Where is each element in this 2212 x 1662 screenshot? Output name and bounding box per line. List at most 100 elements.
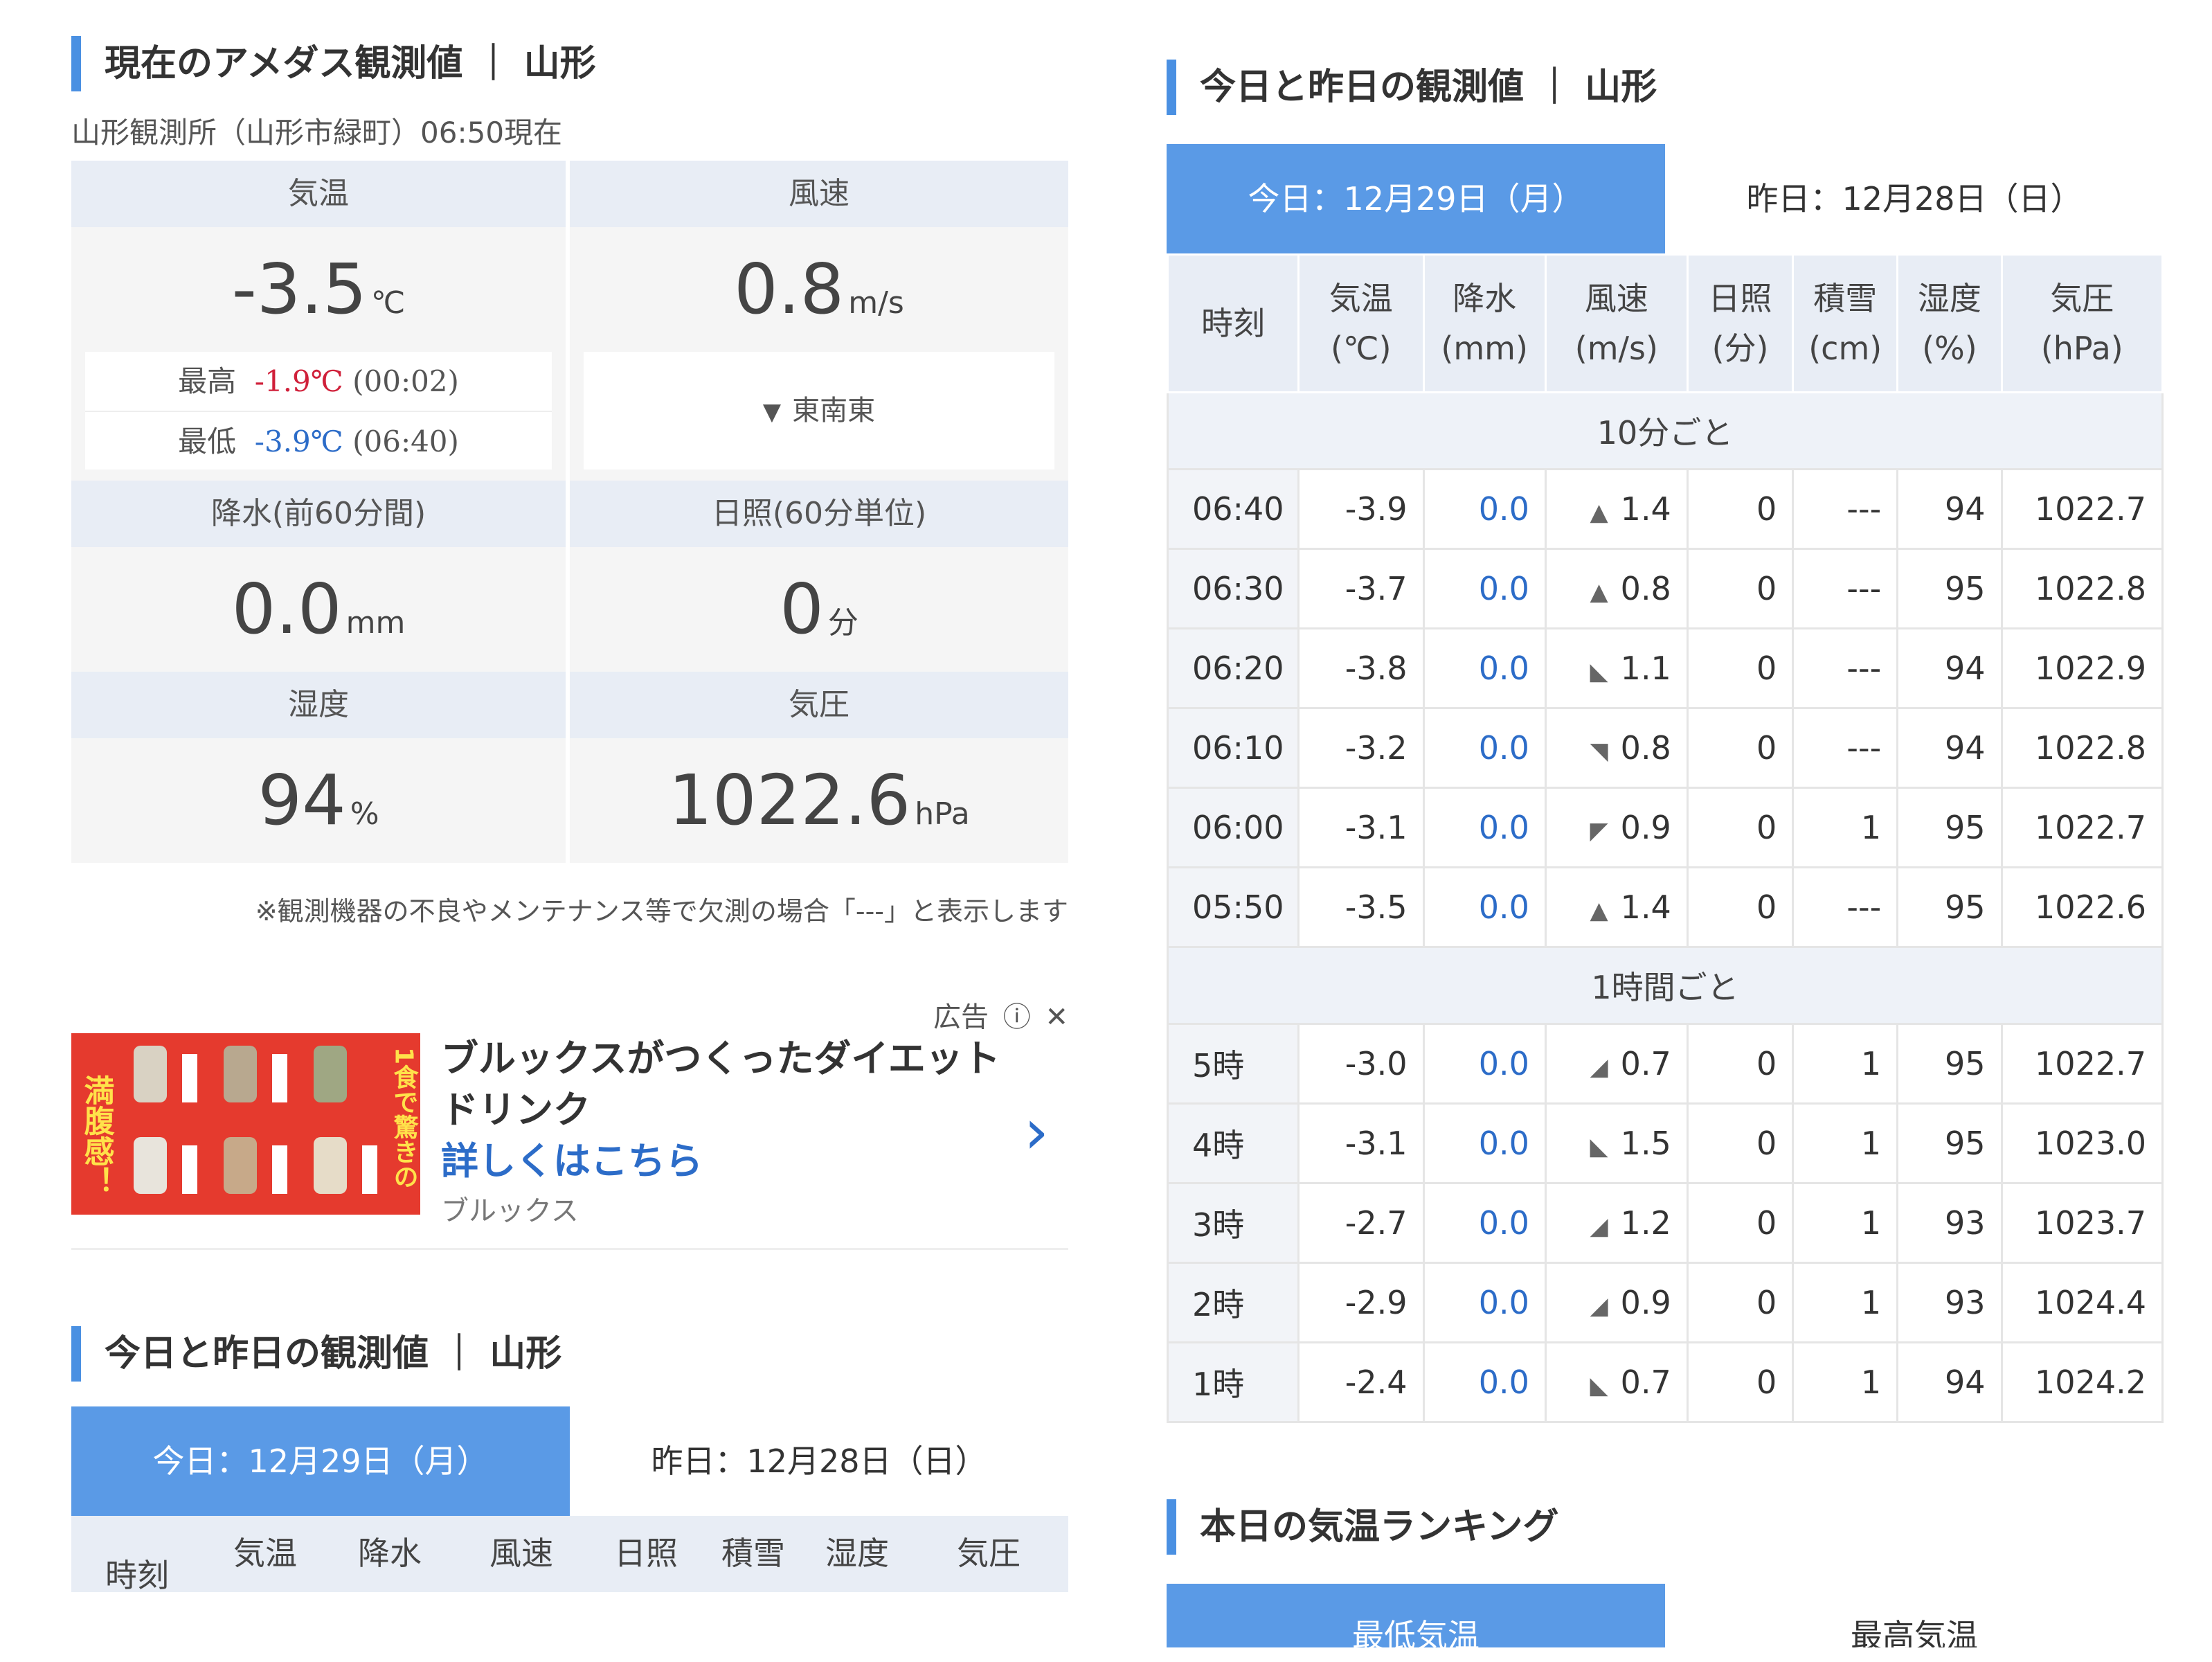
ad-label: 広告 <box>933 1001 989 1033</box>
table-row: 06:00 -3.1 0.0 ◤ 0.9 0 1 95 1022.7 <box>1166 787 2164 868</box>
left-column: 現在のアメダス観測値 ｜ 山形 山形観測所（山形市緑町）06:50現在 気温 -… <box>71 0 1068 1592</box>
table-header-left: 時刻 気温 降水 風速 日照 積雪 湿度 気圧 <box>71 1516 1068 1592</box>
cell-sun: 0 <box>1686 1341 1795 1423</box>
cell-pressure: 1022.9 <box>2000 627 2164 709</box>
wind-speed-value: 0.7 <box>1620 1045 1671 1082</box>
precip-label: 降水(前60分間) <box>71 481 566 547</box>
cell-snow: --- <box>1792 548 1899 629</box>
cell-wind: ◢ 1.2 <box>1544 1182 1689 1264</box>
precip-number: 0.0 <box>231 569 342 650</box>
tab-yesterday[interactable]: 昨日：12月28日（日） <box>1665 144 2164 253</box>
group-10min-label: 10分ごと <box>1167 391 2164 470</box>
ad-image[interactable]: 満腹感！ 1食で驚きの <box>71 1033 420 1215</box>
cell-snow: 1 <box>1792 1341 1899 1423</box>
cell-temp: -2.7 <box>1297 1182 1425 1264</box>
wind-speed-value: 1.2 <box>1620 1204 1671 1242</box>
chevron-right-icon[interactable]: › <box>1024 1096 1049 1168</box>
tab-max-temp[interactable]: 最高気温 <box>1665 1584 2164 1647</box>
table-row: 5時 -3.0 0.0 ◢ 0.7 0 1 95 1022.7 <box>1166 1023 2164 1105</box>
table-row: 4時 -3.1 0.0 ◣ 1.5 0 1 95 1023.0 <box>1166 1102 2164 1184</box>
humidity-number: 94 <box>258 760 346 841</box>
ad-brand: ブルックス <box>441 1195 579 1227</box>
cell-wind: ◣ 0.7 <box>1544 1341 1689 1423</box>
ad-link[interactable]: 詳しくはこちら <box>441 1136 1009 1187</box>
cell-time: 05:50 <box>1166 866 1300 948</box>
current-obs-title: 現在のアメダス観測値 ｜ 山形 <box>71 36 1068 91</box>
cell-precip: 0.0 <box>1422 1182 1547 1264</box>
wind-direction-arrow-icon: ▲ <box>1590 578 1608 606</box>
max-time: (00:02) <box>352 364 459 398</box>
cell-temp: -2.9 <box>1297 1262 1425 1343</box>
cell-wind: ▲ 1.4 <box>1544 866 1689 948</box>
cell-precip: 0.0 <box>1422 787 1547 868</box>
cell-time: 06:30 <box>1166 548 1300 629</box>
wind-direction-arrow-icon: ▲ <box>1590 499 1608 526</box>
cell-sun: 0 <box>1686 627 1795 709</box>
current-obs-grid: 気温 -3.5 ℃ 最高 -1.9℃ (00:02) 最低 -3.9℃ (06:4… <box>71 161 1068 863</box>
header-0: 時刻 <box>1166 253 1300 393</box>
temp-value: -3.5 ℃ <box>71 227 566 352</box>
cell-temp: -3.2 <box>1297 707 1425 789</box>
table-row: 2時 -2.9 0.0 ◢ 0.9 0 1 93 1024.4 <box>1166 1262 2164 1343</box>
tab-today[interactable]: 今日：12月29日（月） <box>1167 144 1665 253</box>
cell-snow: 1 <box>1792 1182 1899 1264</box>
group-1h-label: 1時間ごと <box>1167 946 2164 1025</box>
header-unit: (%) <box>1922 330 1977 367</box>
wind-card: 風速 0.8 m/s ▼ 東南東 <box>570 161 1068 481</box>
cell-temp: -3.1 <box>1297 787 1425 868</box>
ad-text[interactable]: ブルックスがつくったダイエットドリンク 詳しくはこちら ブルックス <box>420 1033 1009 1227</box>
cell-temp: -3.1 <box>1297 1102 1425 1184</box>
table-header-row: 時刻 気温 (℃) 降水 (mm) 風速 (m/s) 日照 (分) 積雪 (cm) 湿度 (%) 気圧 (h… <box>1166 253 2164 393</box>
ad-close-icon[interactable]: ✕ <box>1045 1001 1068 1033</box>
obs-table: 時刻 気温 (℃) 降水 (mm) 風速 (m/s) 日照 (分) 積雪 (cm) 湿度 (%) 気圧 (h… <box>1166 253 2164 1423</box>
cell-time: 2時 <box>1166 1262 1300 1343</box>
temp-minmax: 最高 -1.9℃ (00:02) 最低 -3.9℃ (06:40) <box>85 352 552 470</box>
ad-banner[interactable]: 満腹感！ 1食で驚きの ブルックスがつくったダイエットドリンク 詳しくはこちら … <box>71 1033 1068 1227</box>
cell-humidity: 93 <box>1896 1262 2003 1343</box>
cell-sun: 0 <box>1686 1262 1795 1343</box>
cell-wind: ▲ 1.4 <box>1544 468 1689 550</box>
cell-temp: -3.7 <box>1297 548 1425 629</box>
cell-precip: 0.0 <box>1422 468 1547 550</box>
cell-time: 4時 <box>1166 1102 1300 1184</box>
header-unit: (cm) <box>1808 330 1882 367</box>
ranking-title: 本日の気温ランキング <box>1167 1499 2164 1555</box>
tab-yesterday-left[interactable]: 昨日：12月28日（日） <box>570 1406 1068 1516</box>
header-name: 湿度 <box>1917 280 1981 317</box>
cell-humidity: 95 <box>1896 1102 2003 1184</box>
humidity-label: 湿度 <box>71 672 566 738</box>
ad-image-text-left: 満腹感！ <box>79 1075 115 1197</box>
pressure-card: 気圧 1022.6 hPa <box>570 672 1068 863</box>
wind-label: 風速 <box>570 161 1068 227</box>
header-precip-left: 降水 <box>358 1535 422 1572</box>
cell-humidity: 95 <box>1896 866 2003 948</box>
table-row: 06:10 -3.2 0.0 ◥ 0.8 0 --- 94 1022.8 <box>1166 707 2164 789</box>
cell-time: 06:40 <box>1166 468 1300 550</box>
tab-today-left[interactable]: 今日：12月29日（月） <box>71 1406 570 1516</box>
cell-precip: 0.0 <box>1422 627 1547 709</box>
header-humidity-left: 湿度 <box>825 1535 889 1572</box>
cell-snow: 1 <box>1792 787 1899 868</box>
tab-min-temp[interactable]: 最低気温 <box>1167 1584 1665 1647</box>
wind-speed-value: 0.8 <box>1620 570 1671 607</box>
cell-pressure: 1022.7 <box>2000 787 2164 868</box>
day-tabs-left: 今日：12月29日（月） 昨日：12月28日（日） <box>71 1406 1068 1516</box>
ad-title[interactable]: ブルックスがつくったダイエットドリンク <box>441 1033 1009 1136</box>
ad-image-text-right: 1食で驚きの <box>390 1047 419 1189</box>
cell-humidity: 95 <box>1896 787 2003 868</box>
cell-time: 5時 <box>1166 1023 1300 1105</box>
pressure-number: 1022.6 <box>668 760 911 841</box>
cell-sun: 0 <box>1686 866 1795 948</box>
header-2: 降水 (mm) <box>1422 253 1547 393</box>
header-sun-left: 日照 <box>614 1535 678 1572</box>
group-1h: 1時間ごと <box>1167 946 2164 1025</box>
cell-sun: 0 <box>1686 1023 1795 1105</box>
group-10min: 10分ごと <box>1167 391 2164 470</box>
cell-humidity: 94 <box>1896 1341 2003 1423</box>
cell-temp: -3.9 <box>1297 468 1425 550</box>
precip-card: 降水(前60分間) 0.0 mm <box>71 481 570 672</box>
cell-snow: --- <box>1792 468 1899 550</box>
cell-pressure: 1024.4 <box>2000 1262 2164 1343</box>
wind-arrow-icon: ▼ <box>762 398 782 426</box>
ad-info-icon[interactable]: ⓘ <box>1003 1001 1031 1033</box>
